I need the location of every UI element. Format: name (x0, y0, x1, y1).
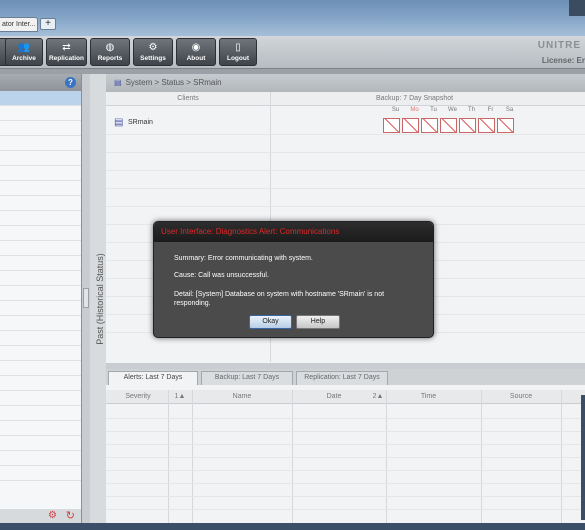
dialog-title: User Interface: Diagnostics Alert: Commu… (154, 222, 433, 242)
dialog-summary: Summary: Error communicating with system… (174, 255, 313, 262)
dialog-detail-line1: Detail: [System] Database on system with… (174, 291, 385, 298)
dialog-cause: Cause: Call was unsuccessful. (174, 272, 269, 279)
help-button[interactable]: Help (296, 315, 340, 329)
okay-button[interactable]: Okay (249, 315, 292, 329)
diagnostics-alert-dialog: User Interface: Diagnostics Alert: Commu… (153, 221, 434, 338)
dialog-detail-line2: responding. (174, 300, 211, 307)
